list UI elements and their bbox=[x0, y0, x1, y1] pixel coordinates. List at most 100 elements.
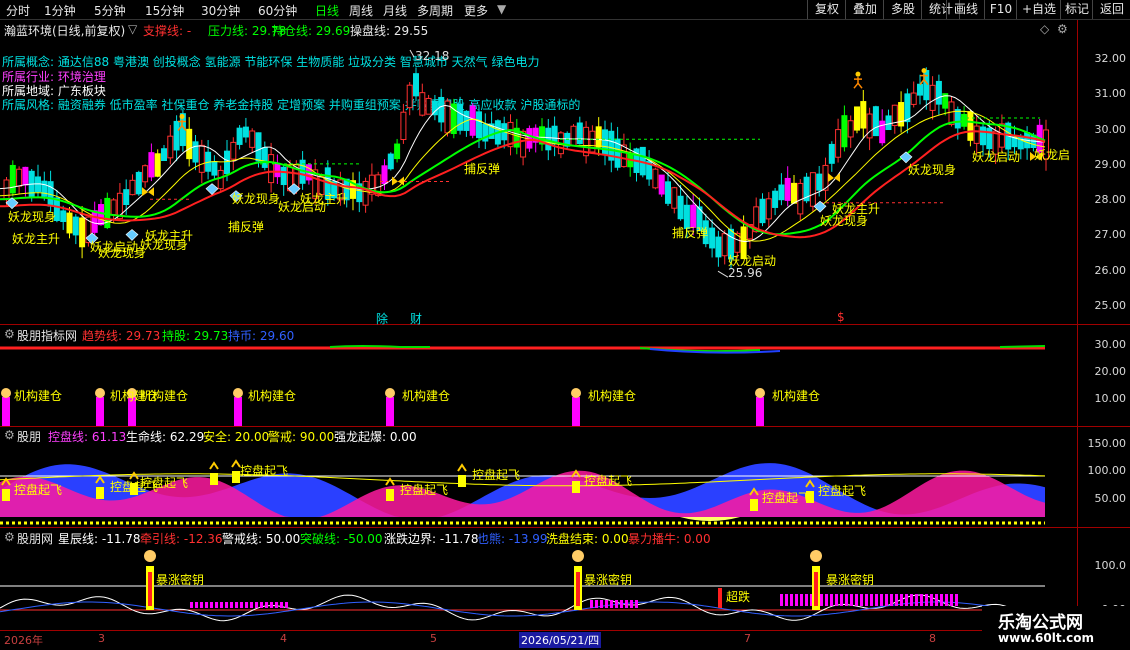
leader-line bbox=[409, 49, 415, 58]
histogram-bar bbox=[265, 602, 268, 608]
candle-body bbox=[22, 166, 29, 186]
fuquan-button[interactable]: 复权 bbox=[807, 0, 846, 19]
multi-stock-button[interactable]: 多股 bbox=[883, 0, 922, 19]
y-tick: 26.00 bbox=[1094, 264, 1127, 277]
takeoff-bar bbox=[572, 481, 580, 493]
candle-body bbox=[879, 120, 886, 144]
y-tick: 28.00 bbox=[1094, 193, 1127, 206]
runner-icon bbox=[855, 71, 861, 77]
histogram-bar bbox=[200, 602, 203, 608]
candle-body bbox=[671, 187, 678, 209]
money-bag-icon bbox=[144, 550, 156, 562]
candle-body bbox=[135, 171, 142, 195]
candle-body bbox=[3, 179, 10, 201]
takeoff-icon bbox=[231, 459, 241, 468]
signal-label: 控盘起飞 bbox=[762, 491, 811, 505]
timeframe-multi[interactable]: 多周期 bbox=[417, 2, 453, 19]
candle-body bbox=[198, 144, 205, 173]
candle-body bbox=[469, 105, 476, 136]
signal-label: 妖龙启 bbox=[1034, 148, 1071, 162]
histogram-bar bbox=[785, 594, 788, 606]
leader-line bbox=[717, 270, 729, 278]
histogram-bar bbox=[250, 602, 253, 608]
candle-body bbox=[274, 162, 281, 178]
more-dropdown-icon[interactable]: ▼ bbox=[497, 2, 506, 16]
candle-body bbox=[765, 198, 772, 220]
draw-line-button[interactable]: 画线 bbox=[946, 0, 985, 19]
histogram-bar bbox=[890, 594, 893, 606]
histogram-bar bbox=[850, 594, 853, 606]
histogram-bar bbox=[865, 594, 868, 606]
timeframe-more[interactable]: 更多 bbox=[464, 2, 488, 19]
signal-label: 控盘起飞 bbox=[240, 464, 289, 478]
date-axis-line bbox=[0, 630, 1130, 631]
institution-bar bbox=[234, 397, 242, 426]
candle-body bbox=[1017, 135, 1024, 150]
money-bag-icon bbox=[572, 550, 584, 562]
back-button[interactable]: 返回 bbox=[1092, 0, 1130, 19]
candle-body bbox=[438, 96, 445, 123]
candle-body bbox=[948, 101, 955, 126]
takeoff-bar bbox=[750, 499, 758, 511]
candle-body bbox=[192, 141, 199, 163]
candle-body bbox=[841, 115, 848, 148]
signal-label: 暴涨密钥 bbox=[584, 573, 633, 587]
y-tick: 32.00 bbox=[1094, 52, 1127, 65]
candle-body bbox=[954, 109, 961, 129]
candle-body bbox=[457, 103, 464, 131]
timeframe-daily[interactable]: 日线 bbox=[315, 2, 339, 19]
butterfly-icon bbox=[142, 187, 154, 197]
histogram-bar bbox=[225, 602, 228, 608]
institution-indicator-chart bbox=[0, 345, 1046, 426]
mark-button[interactable]: 标记 bbox=[1060, 0, 1093, 19]
candle-body bbox=[142, 165, 149, 183]
overlay-button[interactable]: 叠加 bbox=[845, 0, 884, 19]
histogram-bar bbox=[780, 594, 783, 606]
signal-label: 机构建仓 bbox=[248, 389, 297, 403]
histogram-bar bbox=[950, 594, 953, 606]
histogram-bar bbox=[945, 594, 948, 606]
candle-body bbox=[154, 153, 161, 177]
takeoff-bar bbox=[232, 471, 240, 483]
timeframe-monthly[interactable]: 月线 bbox=[383, 2, 407, 19]
money-bag-icon bbox=[385, 388, 395, 398]
timeframe-weekly[interactable]: 周线 bbox=[349, 2, 373, 19]
timeframe-60min[interactable]: 60分钟 bbox=[258, 2, 297, 19]
timeframe-15min[interactable]: 15分钟 bbox=[145, 2, 184, 19]
runner-icon bbox=[921, 68, 927, 74]
date-label: 7 bbox=[744, 632, 751, 645]
histogram-bar bbox=[190, 602, 193, 608]
histogram-bar bbox=[885, 594, 888, 606]
money-bag-icon bbox=[233, 388, 243, 398]
candle-body bbox=[809, 172, 816, 207]
signal-label: 妖龙启动 bbox=[972, 150, 1021, 164]
watermark-title: 乐淘公式网 bbox=[998, 613, 1083, 633]
institution-bar bbox=[2, 397, 10, 426]
candle-body bbox=[280, 166, 287, 186]
histogram-bar bbox=[875, 594, 878, 606]
candle-body bbox=[261, 147, 268, 168]
surge-bar-inner bbox=[576, 572, 580, 606]
takeoff-bar bbox=[210, 473, 218, 485]
candle-body bbox=[98, 204, 104, 226]
histogram-bar bbox=[285, 602, 288, 608]
event-marker-dividend[interactable]: $ bbox=[837, 310, 845, 324]
y-tick: 31.00 bbox=[1094, 87, 1127, 100]
timeframe-30min[interactable]: 30分钟 bbox=[201, 2, 240, 19]
candle-body bbox=[110, 199, 117, 216]
f10-button[interactable]: F10 bbox=[984, 0, 1017, 19]
add-watchlist-button[interactable]: +自选 bbox=[1016, 0, 1061, 19]
histogram-bar bbox=[910, 594, 913, 606]
histogram-bar bbox=[230, 602, 233, 608]
candle-body bbox=[847, 120, 854, 138]
timeframe-1min[interactable]: 1分钟 bbox=[44, 2, 76, 19]
candle-body bbox=[425, 97, 432, 115]
y-tick: 10.00 bbox=[1094, 392, 1127, 405]
timeframe-5min[interactable]: 5分钟 bbox=[94, 2, 126, 19]
histogram-bar bbox=[275, 602, 278, 608]
takeoff-icon bbox=[209, 461, 219, 470]
timeframe-fenshi[interactable]: 分时 bbox=[6, 2, 30, 19]
histogram-bar bbox=[270, 602, 273, 608]
candle-body bbox=[866, 113, 873, 139]
histogram-bar bbox=[610, 600, 613, 608]
